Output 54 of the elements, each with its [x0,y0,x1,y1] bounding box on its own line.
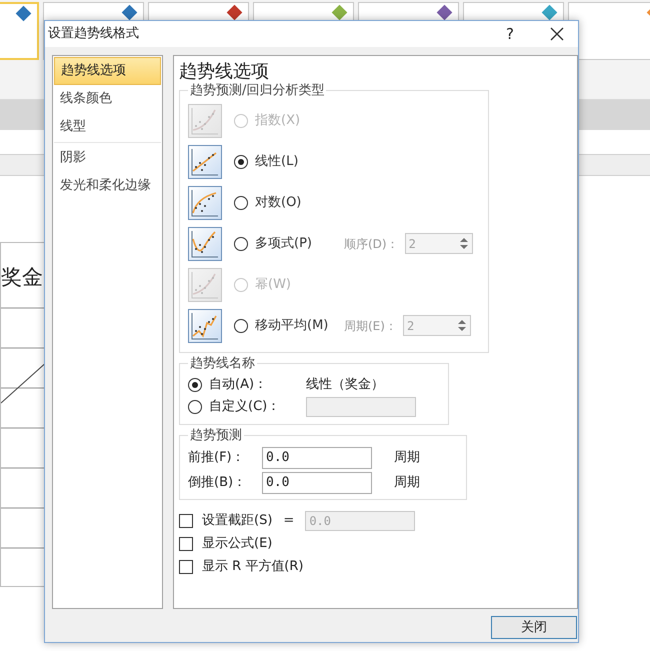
nav-item[interactable]: 线条颜色 [54,85,161,113]
checkbox[interactable] [179,560,193,574]
nav-item[interactable]: 趋势线选项 [54,57,161,85]
nav-item[interactable]: 阴影 [54,144,161,172]
radio-button[interactable] [234,318,248,332]
checkbox[interactable] [179,536,193,550]
checkbox[interactable] [179,514,193,528]
number-field[interactable]: 0.0 [262,446,372,468]
radio-button[interactable] [234,196,248,210]
chart-style-thumbnail[interactable] [568,2,650,60]
param-label: 顺序(D)： [344,236,399,252]
close-icon[interactable] [550,27,564,41]
option-label: 指数(X) [255,112,300,130]
option-label: 移动平均(M) [255,316,328,335]
field-label: 前推(F)： [188,448,246,467]
panel-heading: 趋势线选项 [179,61,270,83]
field-label: 倒推(B)： [188,474,248,492]
nav-item[interactable]: 发光和柔化边缘 [54,172,161,200]
name-input-field[interactable] [306,396,416,416]
option-label: 线性(L) [255,152,298,171]
trendline-chart-icon [188,186,222,220]
spin-arrows-icon[interactable] [458,236,470,251]
radio-button[interactable] [234,154,248,168]
option-label: 幂(W) [255,276,291,294]
group-label: 趋势线名称 [189,355,256,373]
checkbox-label: 显示公式(E) [202,534,272,553]
trendline-chart-icon [188,104,222,138]
trendline-chart-icon [188,268,222,302]
equals-sign: = [283,512,294,530]
spin-arrows-icon[interactable] [456,318,468,333]
radio-button[interactable] [188,378,202,392]
option-label: 多项式(P) [255,234,312,253]
trendline-chart-icon [188,308,222,342]
checkbox-label: 显示 R 平方值(R) [202,558,304,576]
checkbox-label: 设置截距(S) [202,512,272,530]
number-field[interactable]: 0.0 [262,472,372,494]
option-label: 对数(O) [255,194,302,212]
radio-button[interactable] [234,236,248,250]
group-label: 趋势预测/回归分析类型 [189,82,326,100]
chart-title: 奖金 [1,267,44,288]
trendline-name: 线性（奖金） [306,376,384,394]
option-label: 自动(A)： [209,376,268,394]
close-button[interactable]: 关闭 [491,616,577,639]
unit-label: 周期 [394,448,420,467]
radio-button[interactable] [188,400,202,414]
nav-item[interactable]: 线型 [54,113,161,141]
param-label: 周期(E)： [344,318,397,334]
window-title: 设置趋势线格式 [48,25,140,44]
option-label: 自定义(C)： [209,398,280,416]
group-label: 趋势预测 [189,426,243,444]
unit-label: 周期 [394,474,420,492]
help-button[interactable]: ? [500,22,520,46]
trendline-chart-icon [188,144,222,178]
trendline-chart-icon [188,226,222,260]
